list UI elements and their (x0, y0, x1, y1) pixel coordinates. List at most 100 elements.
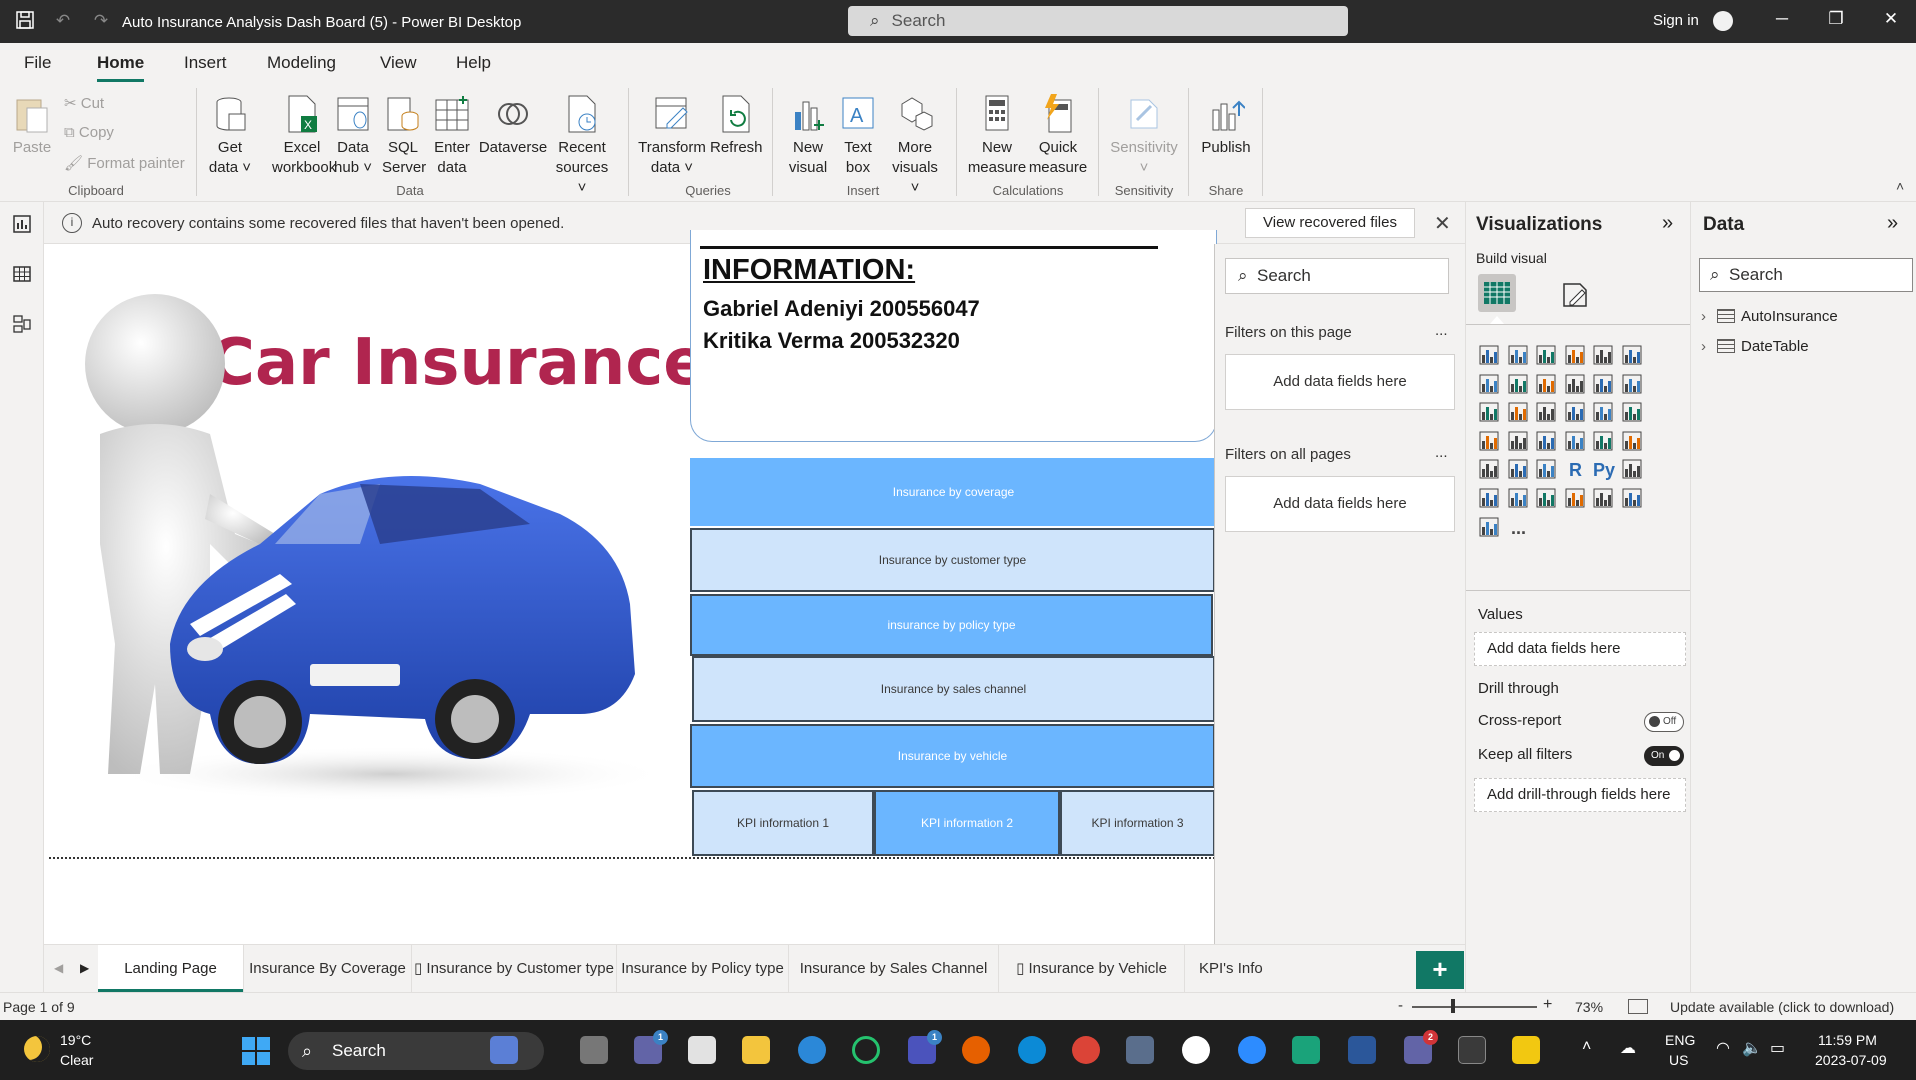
stacked-bar-icon[interactable] (1478, 344, 1502, 368)
sql-server-button[interactable]: SQL Server (382, 94, 426, 178)
tab-insert[interactable]: Insert (184, 53, 227, 73)
clustered-bar-icon[interactable] (1535, 344, 1559, 368)
windows-start-icon[interactable] (242, 1037, 270, 1065)
zoom-slider[interactable] (1412, 1006, 1537, 1008)
sheets-app-icon[interactable] (1292, 1036, 1320, 1064)
cloud-icon[interactable]: ☁ (1620, 1038, 1636, 1058)
tab-help[interactable]: Help (456, 53, 491, 73)
redo-icon[interactable]: ↷ (90, 10, 112, 32)
filter-search-input[interactable]: ⌕ Search (1225, 258, 1449, 294)
donut-icon[interactable] (1592, 401, 1616, 425)
tab-modeling[interactable]: Modeling (267, 53, 336, 73)
page-tab-policy-type[interactable]: Insurance by Policy type (617, 945, 789, 993)
more-options-icon[interactable]: ... (1435, 444, 1448, 461)
close-icon[interactable]: ✕ (1434, 211, 1451, 236)
filled-map-icon[interactable] (1507, 430, 1531, 454)
cut-button[interactable]: ✂ Cut (64, 94, 104, 112)
funnel-icon[interactable] (1507, 401, 1531, 425)
microsoft-store-icon[interactable] (688, 1036, 716, 1064)
multi-row-card-icon[interactable] (1592, 430, 1616, 454)
page-tab-sales-channel[interactable]: Insurance by Sales Channel (789, 945, 999, 993)
scroll-left-icon[interactable]: ◀ (54, 961, 63, 975)
get-data-button[interactable]: Get data ˅ (208, 94, 252, 178)
new-visual-button[interactable]: New visual (784, 94, 832, 178)
table-autoinsurance[interactable]: › AutoInsurance (1701, 308, 1838, 325)
tab-file[interactable]: File (24, 53, 51, 73)
battery-icon[interactable]: ▭ (1770, 1038, 1785, 1058)
update-available-link[interactable]: Update available (click to download) (1670, 999, 1894, 1015)
page-tab-landing[interactable]: Landing Page (98, 945, 244, 993)
power-bi-icon[interactable] (1512, 1036, 1540, 1064)
teams-work-icon[interactable]: 1 (908, 1030, 942, 1064)
add-page-button[interactable]: + (1416, 951, 1464, 989)
treemap-icon[interactable] (1621, 401, 1645, 425)
refresh-button[interactable]: Refresh (710, 94, 763, 158)
enter-data-button[interactable]: Enter data (432, 94, 472, 178)
remote-app-icon[interactable] (1182, 1036, 1210, 1064)
narrative-icon[interactable] (1535, 487, 1559, 511)
kpi-button-3[interactable]: KPI information 3 (1060, 790, 1215, 856)
matrix-icon[interactable] (1535, 458, 1559, 482)
scatter-icon[interactable] (1535, 401, 1559, 425)
copy-button[interactable]: ⧉ Copy (64, 124, 114, 141)
line-clustered-column-icon[interactable] (1592, 373, 1616, 397)
car-insurance-image[interactable]: Car Insurance (60, 244, 707, 802)
gauge-icon[interactable] (1535, 430, 1559, 454)
more-visuals-icon[interactable]: ... (1507, 516, 1531, 540)
clustered-column-icon[interactable] (1564, 344, 1588, 368)
edge-icon[interactable] (1018, 1036, 1046, 1064)
nav-button-sales-channel[interactable]: Insurance by sales channel (692, 656, 1215, 722)
teams-icon[interactable]: 2 (1404, 1030, 1438, 1064)
r-visual-icon[interactable]: R (1564, 458, 1588, 482)
nav-button-vehicle[interactable]: Insurance by vehicle (690, 724, 1215, 788)
page-tab-coverage[interactable]: Insurance By Coverage (244, 945, 412, 993)
task-view-icon[interactable] (580, 1036, 608, 1064)
build-visual-icon[interactable] (1478, 274, 1516, 312)
more-options-icon[interactable]: ... (1435, 322, 1448, 339)
key-influencers-icon[interactable] (1621, 458, 1645, 482)
word-icon[interactable] (1348, 1036, 1376, 1064)
table-view-icon[interactable] (10, 264, 34, 286)
table-icon[interactable] (1507, 458, 1531, 482)
sensitivity-button[interactable]: Sensitivity ˅ (1106, 94, 1182, 178)
zoom-in-button[interactable]: + (1543, 996, 1552, 1014)
excel-workbook-button[interactable]: X Excel workbook (272, 94, 336, 178)
data-hub-button[interactable]: Data hub ˅ (332, 94, 374, 178)
zoom-level[interactable]: 73% (1575, 999, 1603, 1015)
title-search-box[interactable]: ⌕ Search (848, 6, 1348, 36)
page-filter-drop-zone[interactable]: Add data fields here (1225, 354, 1455, 410)
publish-button[interactable]: Publish (1198, 94, 1254, 158)
report-view-icon[interactable] (10, 214, 34, 236)
kpi-button-2[interactable]: KPI information 2 (874, 790, 1060, 856)
nav-button-customer-type[interactable]: Insurance by customer type (690, 528, 1215, 592)
collapse-pane-icon[interactable]: » (1662, 212, 1673, 235)
table-datetable[interactable]: › DateTable (1701, 338, 1809, 355)
cross-report-toggle[interactable]: Off (1644, 712, 1684, 732)
line-column-icon[interactable] (1564, 373, 1588, 397)
map-icon[interactable] (1478, 430, 1502, 454)
text-box-button[interactable]: A Text box (836, 94, 880, 178)
close-icon[interactable]: ✕ (1876, 9, 1906, 29)
format-visual-icon[interactable] (1560, 280, 1590, 310)
widgets-app-icon[interactable] (490, 1036, 518, 1064)
zoom-slider-thumb[interactable] (1451, 999, 1455, 1013)
paste-button[interactable]: Paste (12, 94, 52, 158)
collapse-ribbon-icon[interactable]: ˄ (1896, 178, 1904, 194)
nav-button-policy-type[interactable]: insurance by policy type (690, 594, 1213, 656)
firefox-icon[interactable] (962, 1036, 990, 1064)
wifi-icon[interactable]: ◠ (1716, 1038, 1730, 1058)
pie-icon[interactable] (1564, 401, 1588, 425)
zoom-out-button[interactable]: - (1398, 997, 1403, 1014)
power-apps-icon[interactable] (1621, 487, 1645, 511)
save-icon[interactable] (14, 10, 36, 32)
new-measure-button[interactable]: New measure (966, 94, 1028, 178)
recent-sources-button[interactable]: Recent sources ˅ (550, 94, 614, 198)
scroll-right-icon[interactable]: ▶ (80, 961, 89, 975)
fit-to-page-icon[interactable] (1628, 999, 1648, 1014)
ribbon-chart-icon[interactable] (1621, 373, 1645, 397)
metrics-icon[interactable] (1564, 487, 1588, 511)
language-indicator[interactable]: ENG (1665, 1032, 1695, 1048)
power-automate-icon[interactable] (1478, 516, 1502, 540)
model-view-icon[interactable] (10, 314, 34, 336)
3d-viewer-icon[interactable] (1126, 1036, 1154, 1064)
